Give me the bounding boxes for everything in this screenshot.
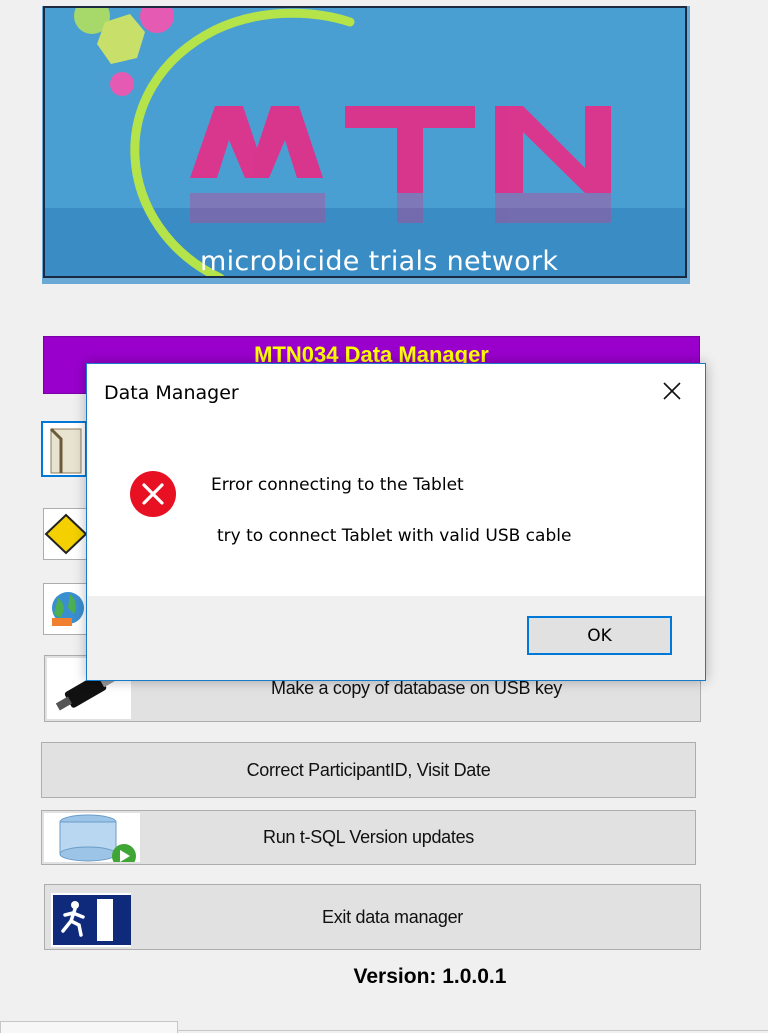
run-tsql-button[interactable]: Run t-SQL Version updates bbox=[41, 810, 696, 865]
taskbar-tab bbox=[0, 1021, 178, 1033]
correct-participant-label: Correct ParticipantID, Visit Date bbox=[246, 759, 491, 780]
document-icon-button[interactable] bbox=[41, 421, 87, 477]
exit-door-icon bbox=[51, 893, 131, 947]
error-message-line2: try to connect Tablet with valid USB cab… bbox=[217, 526, 572, 546]
version-label: Version: 1.0.0.1 bbox=[353, 965, 507, 988]
warning-icon-button[interactable] bbox=[43, 508, 89, 560]
error-icon bbox=[130, 471, 176, 517]
usb-copy-label: Make a copy of database on USB key bbox=[271, 678, 562, 698]
dialog-body: Error connecting to the Tablet try to co… bbox=[87, 424, 705, 596]
run-tsql-label: Run t-SQL Version updates bbox=[263, 827, 474, 847]
mtn-logo: microbicide trials network bbox=[42, 6, 690, 284]
ok-button[interactable]: OK bbox=[527, 616, 672, 655]
exit-label: Exit data manager bbox=[322, 906, 463, 927]
globe-icon bbox=[52, 592, 84, 626]
error-dialog: Data Manager Error connecting to the Tab… bbox=[86, 363, 706, 681]
close-icon bbox=[663, 382, 681, 400]
error-message-line1: Error connecting to the Tablet bbox=[211, 475, 464, 495]
database-update-icon bbox=[59, 814, 136, 862]
logo-graphic bbox=[74, 8, 611, 276]
warning-sign-icon bbox=[44, 513, 88, 555]
dialog-footer: OK bbox=[87, 596, 705, 680]
exit-thumb bbox=[47, 887, 131, 947]
exit-button[interactable]: Exit data manager bbox=[44, 884, 701, 950]
correct-participant-button[interactable]: Correct ParticipantID, Visit Date bbox=[41, 742, 696, 798]
logo-tagline: microbicide trials network bbox=[200, 246, 559, 277]
close-button[interactable] bbox=[659, 378, 685, 404]
database-thumb bbox=[44, 813, 140, 862]
globe-icon-button[interactable] bbox=[43, 583, 89, 635]
document-icon bbox=[49, 427, 82, 474]
dialog-title: Data Manager bbox=[104, 382, 239, 404]
